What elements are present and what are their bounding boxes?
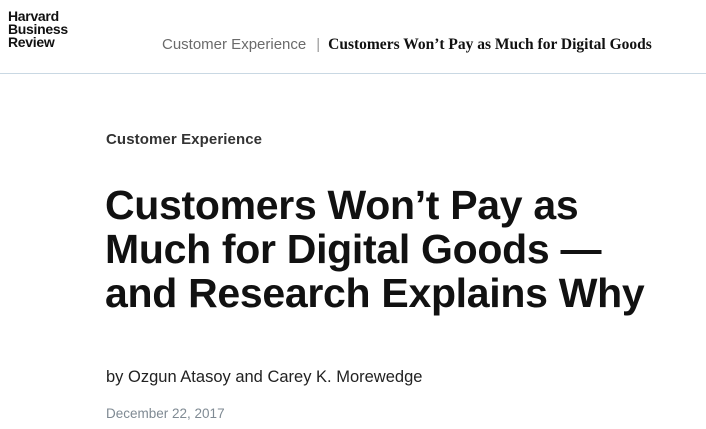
breadcrumb-article-title: Customers Won’t Pay as Much for Digital …: [328, 36, 652, 53]
hbr-logo[interactable]: Harvard Business Review: [8, 9, 68, 50]
breadcrumb: Customer Experience | Customers Won’t Pay …: [162, 35, 652, 55]
breadcrumb-separator: |: [316, 36, 321, 53]
article-topic-link[interactable]: Customer Experience: [106, 131, 262, 148]
article-date: December 22, 2017: [106, 406, 225, 421]
article-headline: Customers Won’t Pay as Much for Digital …: [105, 182, 645, 316]
breadcrumb-topic-link[interactable]: Customer Experience: [162, 36, 306, 53]
site-header: Harvard Business Review Customer Experie…: [0, 0, 706, 74]
article-byline[interactable]: by Ozgun Atasoy and Carey K. Morewedge: [106, 368, 422, 387]
logo-line-review: Review: [8, 34, 55, 50]
